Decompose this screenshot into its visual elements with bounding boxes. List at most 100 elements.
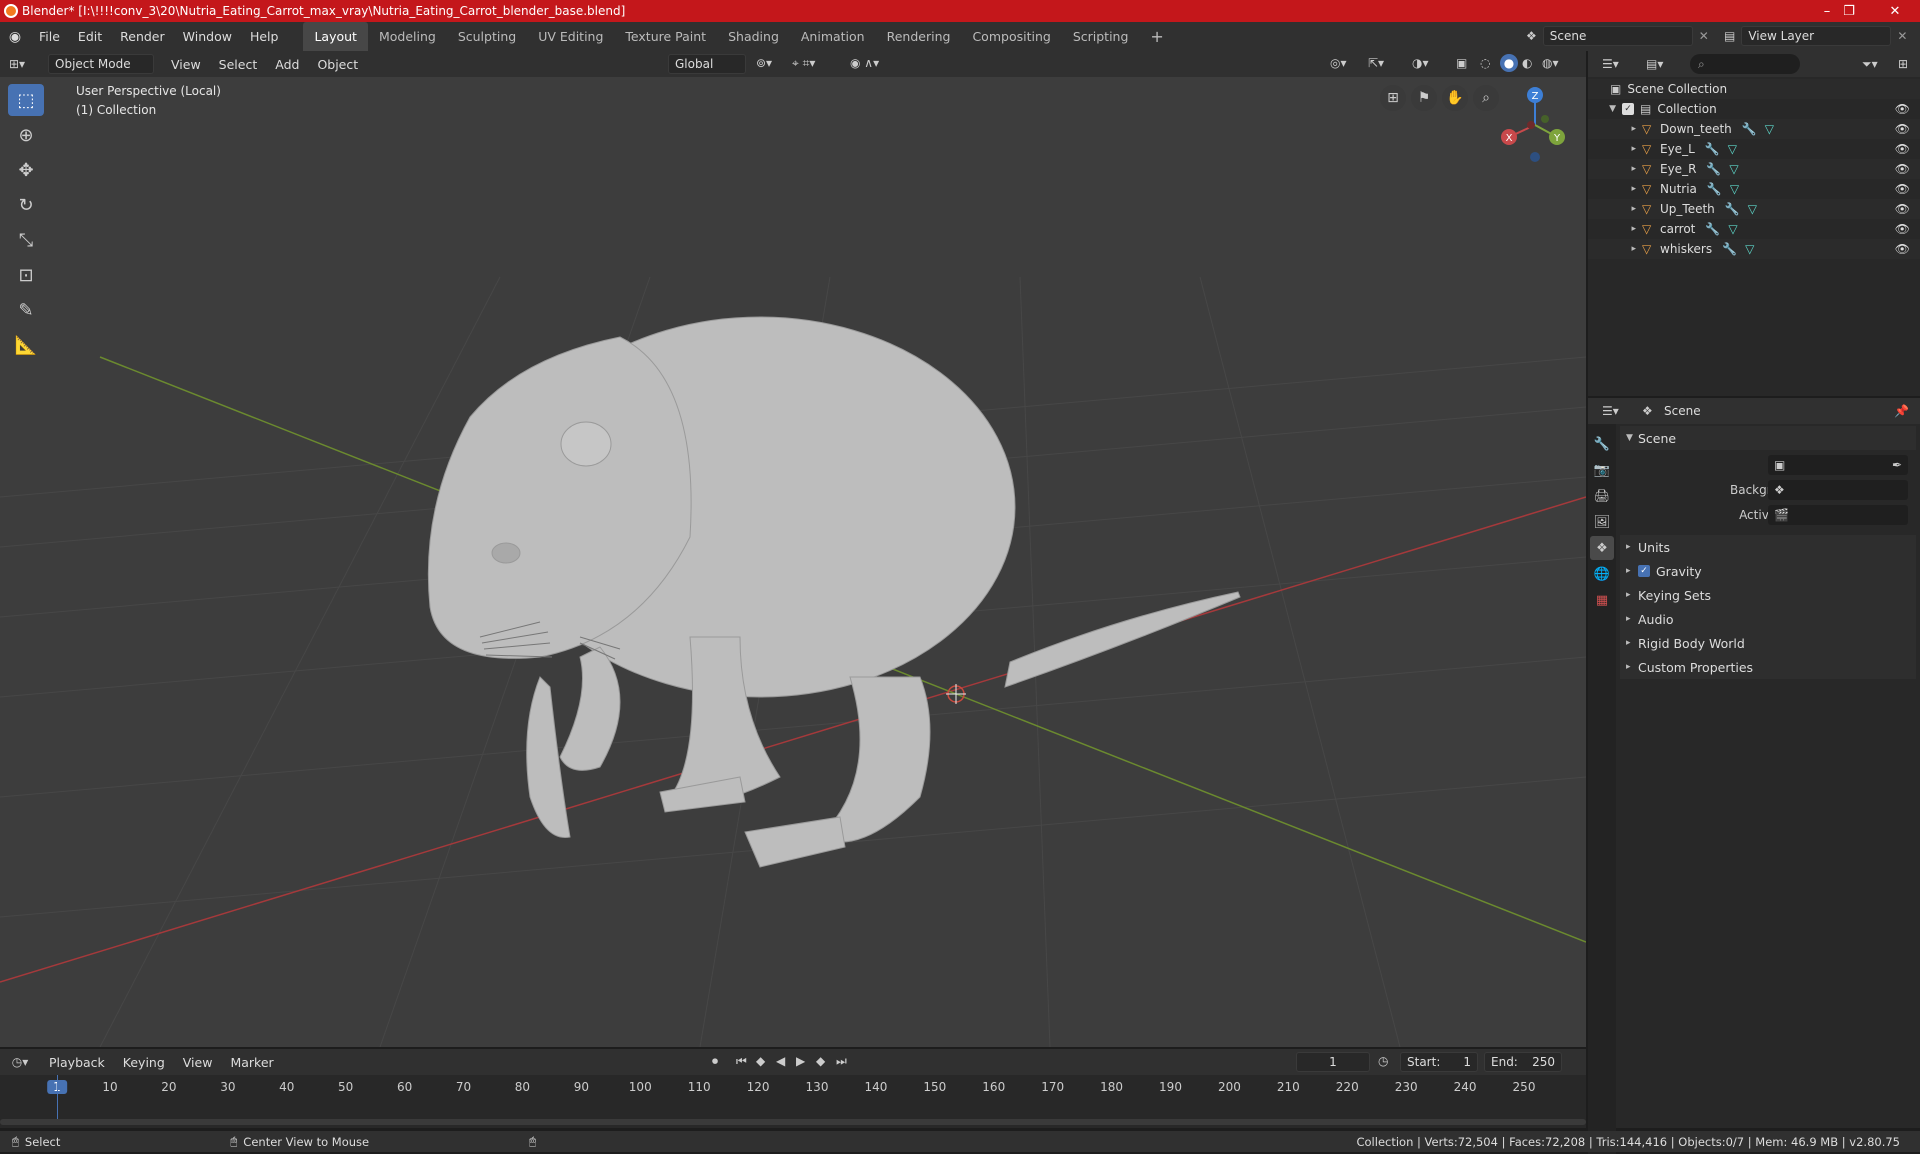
display-mode-icon[interactable]: ▤▾	[1646, 57, 1663, 71]
viewport-menu-add[interactable]: Add	[266, 50, 308, 79]
expand-object-icon[interactable]: ▸	[1588, 204, 1636, 214]
object-visibility-icon[interactable]: 👁	[1895, 162, 1910, 176]
rotate-tool-icon[interactable]: ↻	[8, 189, 44, 221]
close-button[interactable]: ✕	[1872, 0, 1918, 22]
shading-solid-icon[interactable]: ●	[1500, 54, 1518, 72]
scene-panel-collapse-icon[interactable]: ▼	[1626, 433, 1638, 443]
expand-object-icon[interactable]: ▸	[1588, 184, 1636, 194]
cursor-tool-icon[interactable]: ⊕	[8, 119, 44, 151]
outliner-object-row[interactable]: ▸ ▽ Eye_L 🔧 ▽ 👁	[1588, 139, 1920, 159]
move-tool-icon[interactable]: ✥	[8, 154, 44, 186]
eyedropper-icon[interactable]: ✒	[1892, 458, 1902, 472]
viewport-menu-object[interactable]: Object	[308, 50, 367, 79]
expand-icon[interactable]: ▸	[1626, 590, 1638, 600]
snap-icon[interactable]: ⌖ ⌗▾	[792, 56, 815, 71]
expand-icon[interactable]: ▸	[1626, 542, 1638, 552]
select-box-tool-icon[interactable]: ⬚	[8, 84, 44, 116]
keying-sets-panel[interactable]: ▸ Keying Sets	[1620, 583, 1916, 607]
world-tab-icon[interactable]: 🌐	[1590, 562, 1614, 586]
texture-tab-icon[interactable]: ▦	[1590, 588, 1614, 612]
outliner-object-row[interactable]: ▸ ▽ Down_teeth 🔧 ▽ 👁	[1588, 119, 1920, 139]
scene-tab-icon[interactable]: ❖	[1590, 536, 1614, 560]
transform-tool-icon[interactable]: ⊡	[8, 259, 44, 291]
pan-hand-icon[interactable]: ✋	[1442, 85, 1468, 111]
modifier-icon[interactable]: 🔧	[1707, 182, 1722, 196]
mesh-data-icon[interactable]: ▽	[1730, 182, 1739, 196]
viewport-menu-view[interactable]: View	[162, 50, 210, 79]
tab-sculpting[interactable]: Sculpting	[447, 22, 527, 51]
tab-texture-paint[interactable]: Texture Paint	[614, 22, 717, 51]
expand-collection-icon[interactable]: ▼	[1588, 104, 1616, 114]
collection-row[interactable]: ▼ ✓ ▤ Collection 👁	[1588, 99, 1920, 119]
menu-file[interactable]: File	[30, 22, 69, 51]
xray-icon[interactable]: ▣	[1456, 56, 1467, 70]
editor-type-icon[interactable]: ⊞▾	[0, 57, 34, 71]
expand-object-icon[interactable]: ▸	[1588, 144, 1636, 154]
rigid-body-world-panel[interactable]: ▸ Rigid Body World	[1620, 631, 1916, 655]
proportional-edit-icon[interactable]: ◉ ∧▾	[850, 56, 879, 70]
expand-icon[interactable]: ▸	[1626, 566, 1638, 576]
properties-editor-icon[interactable]: ☰▾	[1602, 404, 1619, 418]
visibility-icon[interactable]: ◎▾	[1330, 56, 1347, 70]
new-collection-icon[interactable]: ⊞	[1898, 57, 1908, 71]
overlays-icon[interactable]: ◑▾	[1412, 56, 1429, 70]
menu-window[interactable]: Window	[174, 22, 241, 51]
annotate-tool-icon[interactable]: ✎	[8, 294, 44, 326]
blender-menu-icon[interactable]: ◉	[0, 29, 30, 45]
mode-selector[interactable]: Object Mode	[48, 54, 154, 74]
view-layer-tab-icon[interactable]: 🖼	[1590, 510, 1614, 534]
3d-viewport[interactable]: User Perspective (Local) (1) Collection …	[0, 77, 1586, 1047]
expand-icon[interactable]: ▸	[1626, 638, 1638, 648]
viewport-menu-select[interactable]: Select	[210, 50, 267, 79]
mesh-data-icon[interactable]: ▽	[1728, 142, 1737, 156]
filter-icon[interactable]: ⏷▾	[1862, 57, 1878, 72]
gravity-panel[interactable]: ▸ ✓ Gravity	[1620, 559, 1916, 583]
mesh-data-icon[interactable]: ▽	[1728, 222, 1737, 236]
timeline-ruler[interactable]: 1102030405060708090100110120130140150160…	[0, 1049, 1586, 1128]
measure-tool-icon[interactable]: 📐	[8, 329, 44, 361]
expand-object-icon[interactable]: ▸	[1588, 124, 1636, 134]
shading-rendered-icon[interactable]: ◍▾	[1542, 56, 1559, 70]
outliner-object-row[interactable]: ▸ ▽ carrot 🔧 ▽ 👁	[1588, 219, 1920, 239]
mesh-data-icon[interactable]: ▽	[1745, 242, 1754, 256]
scene-close-icon[interactable]: ✕	[1699, 29, 1709, 43]
gravity-checkbox[interactable]: ✓	[1638, 565, 1650, 577]
active-movie-clip-field[interactable]: 🎬	[1768, 505, 1908, 525]
collection-visibility-icon[interactable]: 👁	[1895, 102, 1910, 116]
custom-properties-panel[interactable]: ▸ Custom Properties	[1620, 655, 1916, 679]
toggle-camera-grid-icon[interactable]: ⊞	[1380, 85, 1406, 111]
modifier-icon[interactable]: 🔧	[1705, 222, 1720, 236]
mesh-data-icon[interactable]: ▽	[1765, 122, 1774, 136]
modifier-icon[interactable]: 🔧	[1705, 142, 1720, 156]
view-layer-icon[interactable]: ▤	[1724, 29, 1735, 43]
camera-field[interactable]: ▣ ✒	[1768, 455, 1908, 475]
outliner-editor-icon[interactable]: ☰▾	[1602, 57, 1619, 71]
tab-animation[interactable]: Animation	[790, 22, 876, 51]
expand-icon[interactable]: ▸	[1626, 614, 1638, 624]
object-visibility-icon[interactable]: 👁	[1895, 222, 1910, 236]
tab-compositing[interactable]: Compositing	[961, 22, 1061, 51]
pivot-icon[interactable]: ⊚▾	[756, 56, 772, 70]
modifier-icon[interactable]: 🔧	[1722, 242, 1737, 256]
nutria-model[interactable]	[427, 316, 1241, 868]
tab-shading[interactable]: Shading	[717, 22, 790, 51]
modifier-icon[interactable]: 🔧	[1725, 202, 1740, 216]
expand-object-icon[interactable]: ▸	[1588, 164, 1636, 174]
add-workspace-icon[interactable]: +	[1139, 22, 1174, 51]
modifier-icon[interactable]: 🔧	[1706, 162, 1721, 176]
tab-rendering[interactable]: Rendering	[876, 22, 962, 51]
units-panel[interactable]: ▸ Units	[1620, 535, 1916, 559]
expand-object-icon[interactable]: ▸	[1588, 244, 1636, 254]
view-layer-selector[interactable]: View Layer	[1741, 26, 1892, 46]
output-tab-icon[interactable]: 🖨	[1590, 484, 1614, 508]
menu-render[interactable]: Render	[111, 22, 174, 51]
outliner-object-row[interactable]: ▸ ▽ Up_Teeth 🔧 ▽ 👁	[1588, 199, 1920, 219]
expand-object-icon[interactable]: ▸	[1588, 224, 1636, 234]
shading-wireframe-icon[interactable]: ◌	[1480, 56, 1490, 70]
audio-panel[interactable]: ▸ Audio	[1620, 607, 1916, 631]
object-visibility-icon[interactable]: 👁	[1895, 202, 1910, 216]
maximize-button[interactable]: ❐	[1826, 0, 1872, 22]
tab-uv-editing[interactable]: UV Editing	[527, 22, 614, 51]
object-visibility-icon[interactable]: 👁	[1895, 182, 1910, 196]
scene-icon[interactable]: ❖	[1526, 29, 1537, 43]
